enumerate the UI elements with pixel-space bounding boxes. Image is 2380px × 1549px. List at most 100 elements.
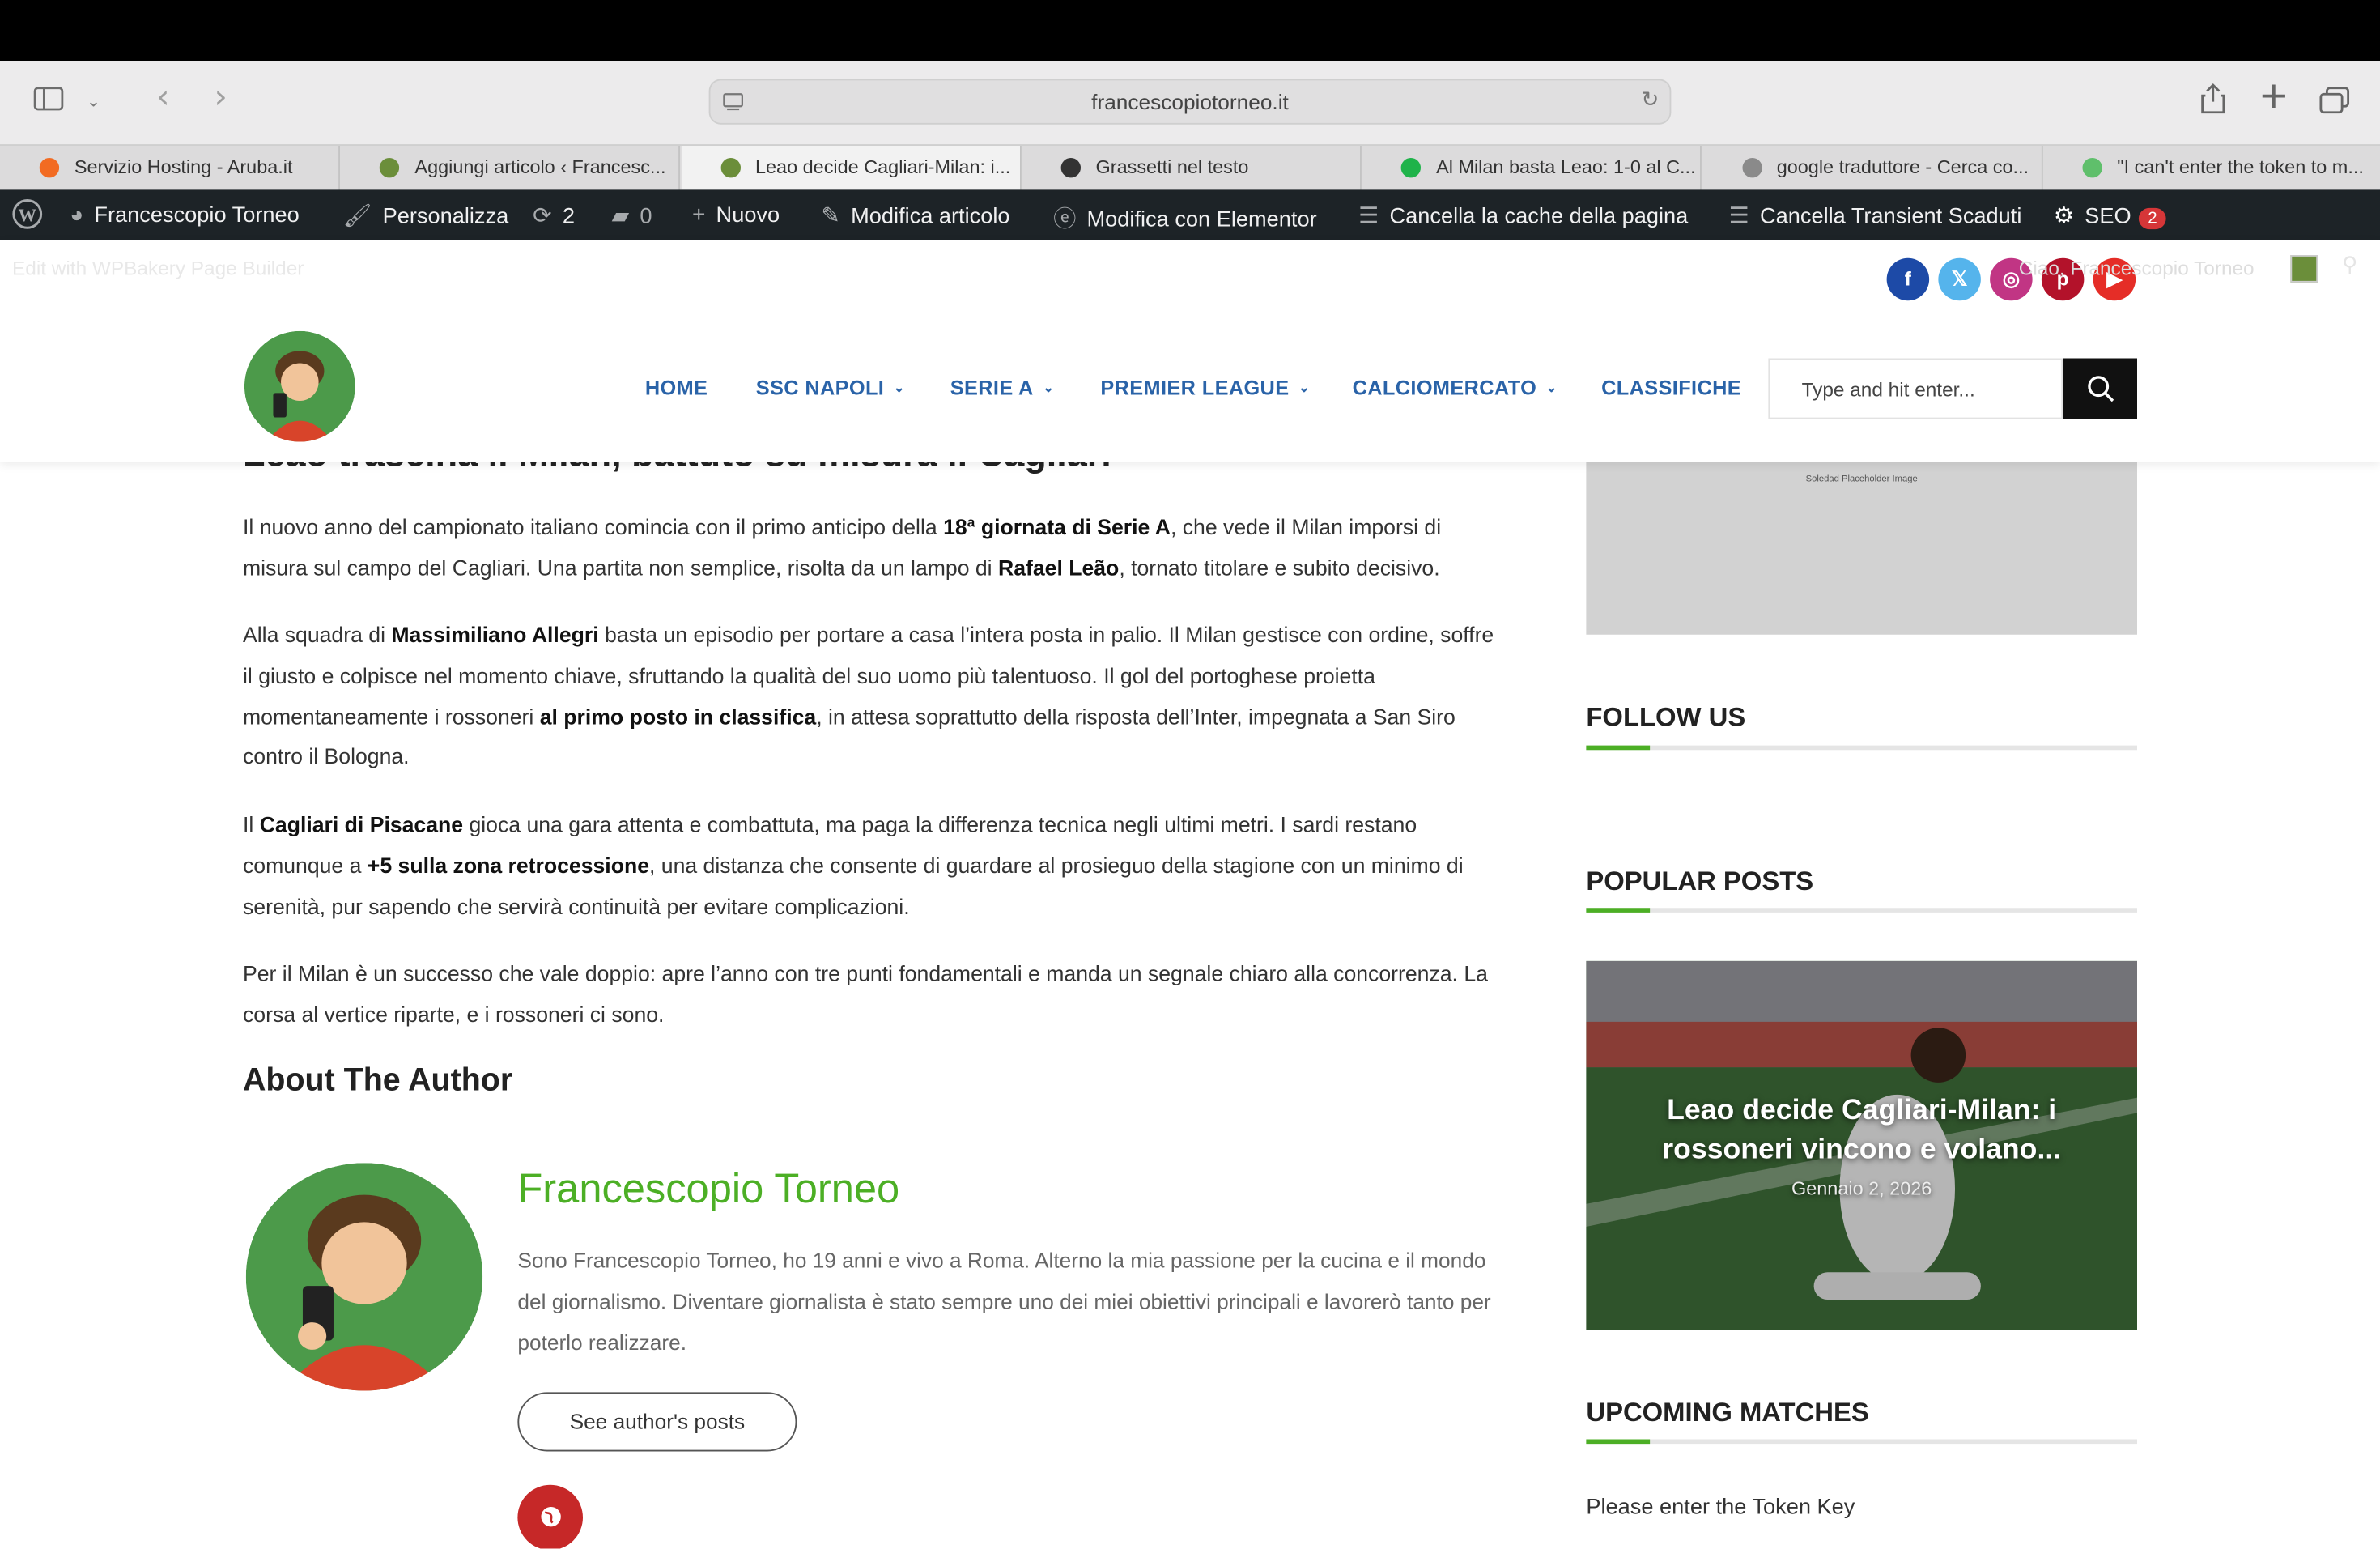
author-name[interactable]: Francescopio Torneo xyxy=(517,1166,899,1213)
nav-item-premier-league[interactable]: PREMIER LEAGUE ⌄ xyxy=(1100,377,1310,399)
upcoming-matches-title: UPCOMING MATCHES xyxy=(1586,1397,1869,1428)
elementor-label: Modifica con Elementor xyxy=(1086,207,1317,232)
admin-updates[interactable]: ⟳ 2 xyxy=(533,202,575,229)
nav-item-calciomercato[interactable]: CALCIOMERCATO ⌄ xyxy=(1353,377,1558,399)
article-paragraph-3: Il Cagliari di Pisacane gioca una gara a… xyxy=(243,814,1464,920)
url-bar[interactable]: francescopiotorneo.it ↻ xyxy=(708,79,1672,125)
admin-clear-transient[interactable]: ☰ Cancella Transient Scaduti xyxy=(1729,202,2022,229)
updates-icon: ⟳ xyxy=(533,203,552,230)
sidebar-toggle-icon[interactable] xyxy=(33,87,64,118)
tab-favicon-icon xyxy=(1400,158,1422,178)
clear-cache-label: Cancella la cache della pagina xyxy=(1389,205,1689,230)
chevron-down-icon: ⌄ xyxy=(1042,379,1055,395)
article-paragraph-1: Il nuovo anno del campionato italiano co… xyxy=(243,516,1442,581)
url-text: francescopiotorneo.it xyxy=(1091,89,1289,114)
tab-favicon-icon xyxy=(720,158,741,178)
chevron-down-icon[interactable]: ⌄ xyxy=(87,87,100,117)
tab-overview-icon[interactable] xyxy=(2319,87,2350,121)
about-author-title: About The Author xyxy=(243,1062,513,1098)
site-header: Edit with WPBakery Page Builder f 𝕏 ◎ p ▶ Ci… xyxy=(0,240,2380,462)
admin-comments[interactable]: ▰ 0 xyxy=(612,202,652,229)
back-icon[interactable]: ‹ xyxy=(156,81,170,114)
new-tab-icon[interactable]: + xyxy=(2259,78,2289,114)
tab-5[interactable]: Al Milan basta Leao: 1-0 al C... xyxy=(1362,146,1702,190)
tab-3[interactable]: Leao decide Cagliari-Milan: i... xyxy=(681,146,1022,190)
nav-label: HOME xyxy=(644,377,708,400)
tab-label: google traduttore - Cerca co... xyxy=(1776,156,2029,178)
tab-favicon-icon xyxy=(39,158,60,178)
admin-site-name[interactable]: ◕ Francescopio Torneo xyxy=(70,202,300,228)
plus-icon: + xyxy=(692,202,706,228)
popular-post-date: Gennaio 2, 2026 xyxy=(1791,1178,1932,1200)
admin-clear-cache[interactable]: ☰ Cancella la cache della pagina xyxy=(1358,202,1688,229)
globe-icon[interactable] xyxy=(517,1484,583,1549)
nav-item-home[interactable]: HOME xyxy=(645,377,708,399)
placeholder-image: Soledad Placeholder Image xyxy=(1586,462,2137,635)
tab-favicon-icon xyxy=(1060,158,1081,178)
search-input[interactable]: Type and hit enter... xyxy=(1802,378,1975,401)
dashboard-icon: ◕ xyxy=(70,202,84,228)
wp-admin-bar: W ◕ Francescopio Torneo 🖌︎ Personalizza ⟳ 2… xyxy=(0,189,2380,240)
search-button[interactable] xyxy=(2063,358,2137,419)
new-label: Nuovo xyxy=(716,203,780,228)
tab-4[interactable]: Grassetti nel testo xyxy=(1022,146,1362,190)
pencil-icon: ✎ xyxy=(821,203,840,230)
author-avatar[interactable] xyxy=(245,1163,483,1391)
chevron-down-icon: ⌄ xyxy=(893,379,905,395)
seo-label: SEO xyxy=(2085,205,2131,230)
nav-item-ssc-napoli[interactable]: SSC NAPOLI ⌄ xyxy=(756,377,905,399)
wordpress-logo-icon[interactable]: W xyxy=(12,199,43,236)
chevron-down-icon: ⌄ xyxy=(1545,379,1558,395)
reload-icon[interactable]: ↻ xyxy=(1641,88,1659,113)
wpbakery-link[interactable]: Edit with WPBakery Page Builder xyxy=(12,257,304,279)
popular-posts-title: POPULAR POSTS xyxy=(1586,865,1814,896)
nav-label: CALCIOMERCATO xyxy=(1352,377,1537,400)
article-paragraph-4: Per il Milan è un successo che vale dopp… xyxy=(243,962,1488,1028)
svg-text:W: W xyxy=(19,205,37,225)
admin-new[interactable]: + Nuovo xyxy=(692,202,780,228)
x-icon[interactable]: 𝕏 xyxy=(1938,257,1981,301)
browser-tab-strip: Servizio Hosting - Aruba.it Aggiungi arti… xyxy=(0,144,2380,190)
tab-label: Servizio Hosting - Aruba.it xyxy=(74,156,293,178)
tab-6[interactable]: google traduttore - Cerca co... xyxy=(1702,146,2042,190)
forward-icon[interactable]: › xyxy=(214,81,227,114)
database-icon: ☰ xyxy=(1728,203,1749,230)
tab-favicon-icon xyxy=(1741,158,1762,178)
tab-favicon-icon xyxy=(380,158,400,178)
clear-transient-label: Cancella Transient Scaduti xyxy=(1759,205,2022,230)
nav-item-serie-a[interactable]: SERIE A ⌄ xyxy=(950,377,1055,399)
tab-label: Al Milan basta Leao: 1-0 al C... xyxy=(1436,156,1696,178)
popular-post-title[interactable]: Leao decide Cagliari-Milan: i rossoneri … xyxy=(1632,1092,2092,1171)
popular-post-card[interactable]: Leao decide Cagliari-Milan: i rossoneri … xyxy=(1586,960,2137,1330)
nav-label: SERIE A xyxy=(950,377,1034,400)
tab-7[interactable]: "I can't enter the token to m... xyxy=(2042,146,2380,189)
upcoming-matches-underline xyxy=(1586,1439,2137,1445)
tab-1[interactable]: Servizio Hosting - Aruba.it xyxy=(0,146,340,190)
follow-us-title: FOLLOW US xyxy=(1586,701,1746,732)
tab-label: "I can't enter the token to m... xyxy=(2117,156,2364,178)
admin-elementor[interactable]: ⓔ Modifica con Elementor xyxy=(1053,202,1316,233)
admin-avatar[interactable] xyxy=(2290,255,2318,283)
seo-gear-icon: ⚙ xyxy=(2053,203,2075,230)
nav-item-classifiche[interactable]: CLASSIFICHE xyxy=(1601,377,1741,399)
site-logo[interactable] xyxy=(244,330,355,442)
comment-icon: ▰ xyxy=(611,203,630,230)
share-icon[interactable] xyxy=(2201,83,2225,121)
facebook-icon[interactable]: f xyxy=(1886,257,1930,301)
admin-search-icon[interactable]: ⚲ xyxy=(2342,253,2357,278)
comments-count: 0 xyxy=(640,205,652,230)
tab-2[interactable]: Aggiungi articolo ‹ Francesc... xyxy=(341,146,681,190)
tab-label: Aggiungi articolo ‹ Francesc... xyxy=(414,156,666,178)
admin-greeting[interactable]: Ciao, Francescopio Torneo xyxy=(2019,257,2255,279)
admin-seo[interactable]: ⚙ SEO 2 xyxy=(2053,202,2167,230)
author-bio: Sono Francescopio Torneo, ho 19 anni e v… xyxy=(517,1248,1491,1354)
updates-count: 2 xyxy=(562,205,575,230)
search-box[interactable]: Type and hit enter... xyxy=(1768,358,2063,419)
system-top-bar xyxy=(0,0,2380,61)
follow-us-underline xyxy=(1586,745,2137,751)
admin-customize[interactable]: 🖌︎ Personalizza xyxy=(343,202,508,229)
see-author-posts-button[interactable]: See author's posts xyxy=(517,1392,797,1452)
tab-favicon-icon xyxy=(2082,158,2102,178)
chevron-down-icon: ⌄ xyxy=(1298,379,1311,395)
admin-edit-post[interactable]: ✎ Modifica articolo xyxy=(821,202,1009,229)
